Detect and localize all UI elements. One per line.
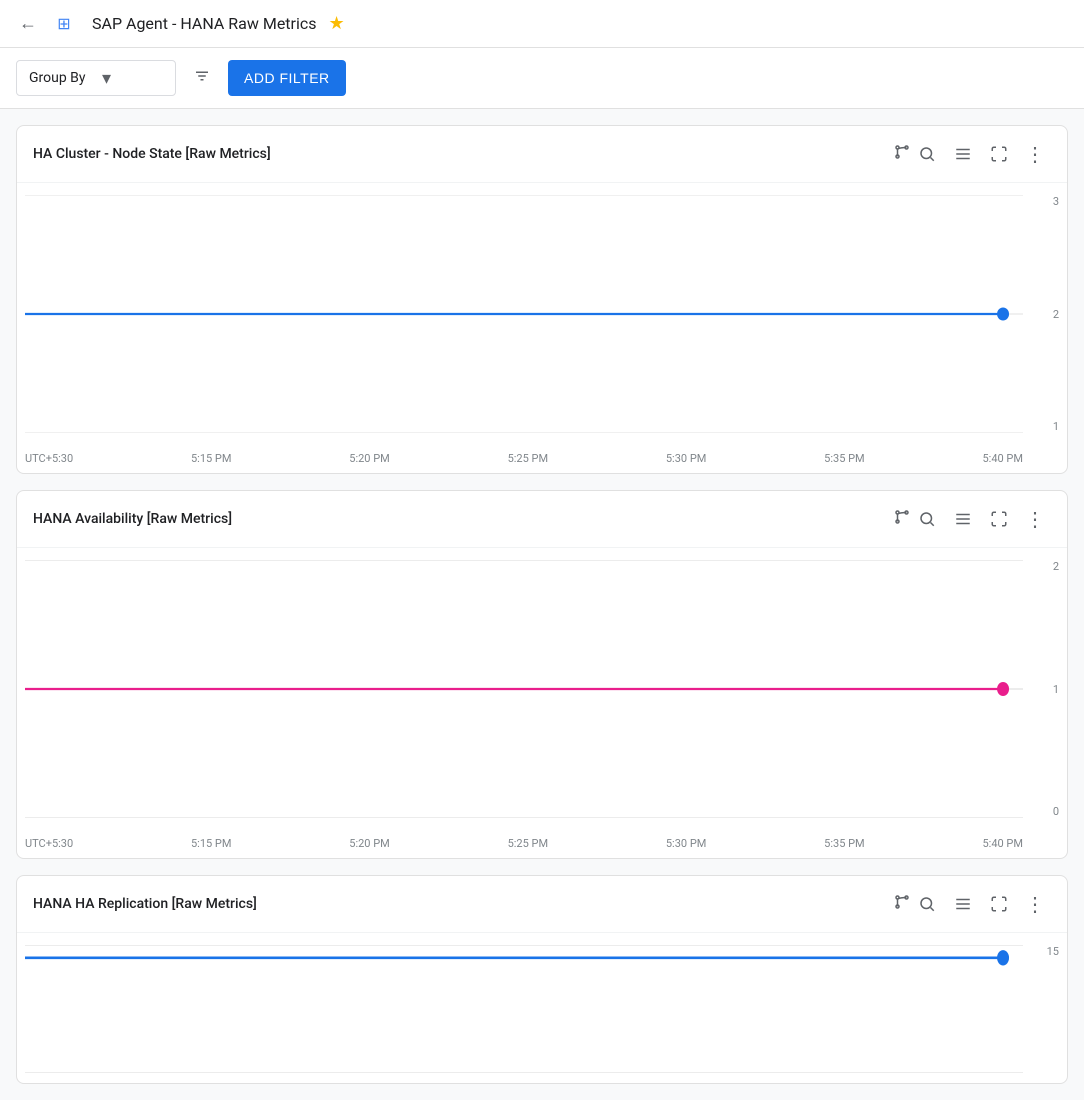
chart-actions-2: ⋮: [911, 503, 1051, 535]
x-label-5: 5:35 PM: [824, 837, 864, 850]
branch-icon-2: [893, 508, 911, 530]
branch-icon-1: [893, 143, 911, 165]
chart-header-1: HA Cluster - Node State [Raw Metrics]: [17, 126, 1067, 183]
more-button-3[interactable]: ⋮: [1019, 888, 1051, 920]
fullscreen-button-1[interactable]: [983, 138, 1015, 170]
chevron-down-icon: ▾: [102, 68, 167, 89]
chart-title-1: HA Cluster - Node State [Raw Metrics]: [33, 146, 885, 162]
legend-button-3[interactable]: [947, 888, 979, 920]
group-by-label: Group By: [29, 70, 94, 86]
x-label-4: 5:30 PM: [666, 837, 706, 850]
group-by-dropdown[interactable]: Group By ▾: [16, 60, 176, 96]
y-axis-3: 15: [1029, 945, 1059, 1043]
x-label-6: 5:40 PM: [982, 452, 1022, 465]
legend-button-1[interactable]: [947, 138, 979, 170]
legend-button-2[interactable]: [947, 503, 979, 535]
x-label-0: UTC+5:30: [25, 452, 73, 465]
x-label-3: 5:25 PM: [508, 837, 548, 850]
back-icon: ←: [19, 13, 37, 34]
charts-container: HA Cluster - Node State [Raw Metrics]: [0, 109, 1084, 1100]
x-label-2: 5:20 PM: [349, 452, 389, 465]
more-button-2[interactable]: ⋮: [1019, 503, 1051, 535]
back-button[interactable]: ←: [12, 8, 44, 40]
x-label-0: UTC+5:30: [25, 837, 73, 850]
y-axis-1: 3 2 1: [1029, 195, 1059, 433]
star-icon[interactable]: ★: [328, 13, 344, 34]
chart-actions-3: ⋮: [911, 888, 1051, 920]
chart-svg-2: [25, 560, 1023, 818]
chart-title-2: HANA Availability [Raw Metrics]: [33, 511, 885, 527]
y-min-2: 0: [1029, 805, 1059, 818]
fullscreen-button-2[interactable]: [983, 503, 1015, 535]
chart-body-3: 15: [17, 933, 1067, 1083]
filter-button[interactable]: [184, 60, 220, 96]
x-label-1: 5:15 PM: [191, 452, 231, 465]
branch-icon-3: [893, 893, 911, 915]
chart-title-3: HANA HA Replication [Raw Metrics]: [33, 896, 885, 912]
x-label-6: 5:40 PM: [982, 837, 1022, 850]
x-label-4: 5:30 PM: [666, 452, 706, 465]
add-filter-button[interactable]: ADD FILTER: [228, 60, 346, 96]
more-button-1[interactable]: ⋮: [1019, 138, 1051, 170]
search-button-3[interactable]: [911, 888, 943, 920]
x-label-3: 5:25 PM: [508, 452, 548, 465]
grid-icon: ⊞: [57, 14, 70, 34]
chart-body-2: 2 1 0 UTC+5:30 5:15 PM 5:20 PM 5:25 PM 5…: [17, 548, 1067, 858]
grid-button[interactable]: ⊞: [48, 8, 80, 40]
page-title: SAP Agent - HANA Raw Metrics: [92, 14, 316, 33]
chart-actions-1: ⋮: [911, 138, 1051, 170]
filter-bar: Group By ▾ ADD FILTER: [0, 48, 1084, 109]
y-max-2: 2: [1029, 560, 1059, 573]
search-button-1[interactable]: [911, 138, 943, 170]
nav-controls: ← ⊞: [12, 8, 80, 40]
top-bar: ← ⊞ SAP Agent - HANA Raw Metrics ★: [0, 0, 1084, 48]
search-button-2[interactable]: [911, 503, 943, 535]
chart-svg-1: [25, 195, 1023, 433]
chart-header-3: HANA HA Replication [Raw Metrics]: [17, 876, 1067, 933]
y-max-3: 15: [1029, 945, 1059, 958]
y-min-1: 1: [1029, 420, 1059, 433]
chart-header-2: HANA Availability [Raw Metrics]: [17, 491, 1067, 548]
y-axis-2: 2 1 0: [1029, 560, 1059, 818]
x-label-5: 5:35 PM: [824, 452, 864, 465]
x-label-1: 5:15 PM: [191, 837, 231, 850]
chart-svg-3: [25, 945, 1023, 1073]
y-mid-1: 2: [1029, 308, 1059, 321]
x-axis-1: UTC+5:30 5:15 PM 5:20 PM 5:25 PM 5:30 PM…: [25, 452, 1023, 465]
y-max-1: 3: [1029, 195, 1059, 208]
fullscreen-button-3[interactable]: [983, 888, 1015, 920]
filter-icon: [193, 67, 211, 90]
chart-card-2: HANA Availability [Raw Metrics]: [16, 490, 1068, 859]
y-mid-2: 1: [1029, 683, 1059, 696]
chart-card-1: HA Cluster - Node State [Raw Metrics]: [16, 125, 1068, 474]
x-label-2: 5:20 PM: [349, 837, 389, 850]
chart-body-1: 3 2 1 UTC+5:30 5:15 PM 5:20 PM 5:25 PM: [17, 183, 1067, 473]
chart-card-3: HANA HA Replication [Raw Metrics]: [16, 875, 1068, 1084]
x-axis-2: UTC+5:30 5:15 PM 5:20 PM 5:25 PM 5:30 PM…: [25, 837, 1023, 850]
